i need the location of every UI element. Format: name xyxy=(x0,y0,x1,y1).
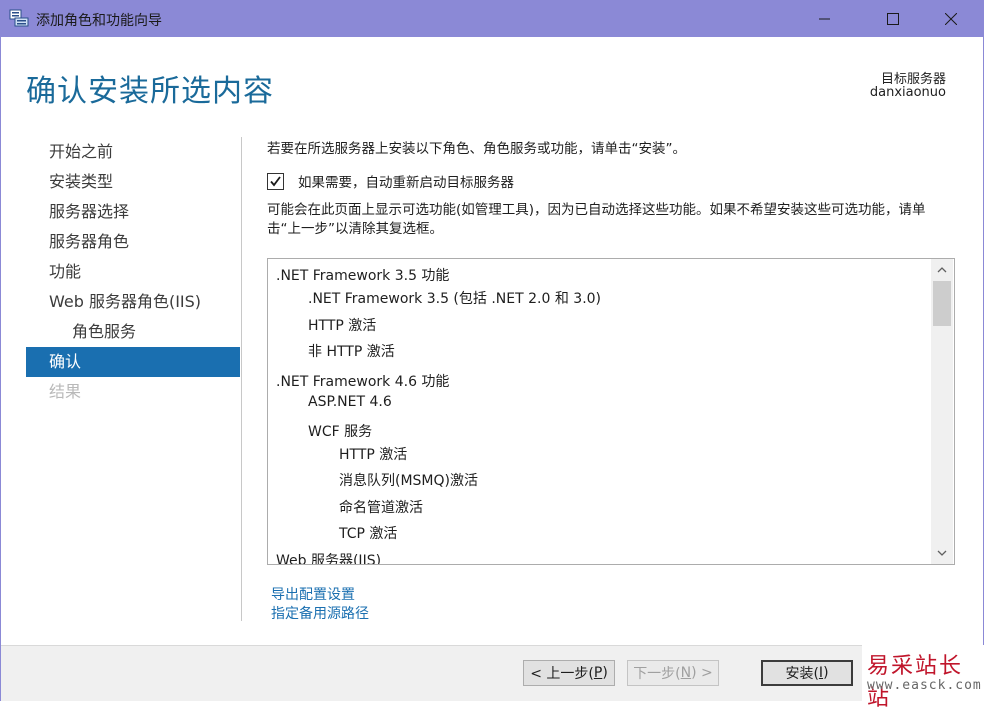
list-item: HTTP 激活 xyxy=(339,447,408,463)
next-button-label: 下一步( xyxy=(633,666,681,682)
previous-button-label: < 上一步( xyxy=(530,666,594,682)
close-button[interactable] xyxy=(928,0,974,37)
nav-item-server-roles[interactable]: 服务器角色 xyxy=(26,227,240,257)
target-server-name: danxiaonuo xyxy=(869,85,946,100)
selection-list[interactable]: .NET Framework 3.5 功能 .NET Framework 3.5 … xyxy=(267,258,955,565)
list-item: WCF 服务 xyxy=(308,424,373,440)
title-bar: 添加角色和功能向导 xyxy=(0,0,984,37)
next-button-accesskey: N xyxy=(680,665,692,681)
window-border-left xyxy=(0,37,1,701)
export-config-link[interactable]: 导出配置设置 xyxy=(271,584,355,604)
watermark: 易采站长站 www.easck.com xyxy=(862,645,984,711)
nav-item-server-selection[interactable]: 服务器选择 xyxy=(26,197,240,227)
maximize-icon xyxy=(887,12,899,25)
previous-button-suffix: ) xyxy=(602,665,608,681)
list-item: .NET Framework 3.5 (包括 .NET 2.0 和 3.0) xyxy=(308,291,602,307)
vertical-scrollbar[interactable] xyxy=(931,259,953,564)
optional-features-note: 可能会在此页面上显示可选功能(如管理工具)，因为已自动选择这些功能。如果不希望安… xyxy=(267,202,926,237)
minimize-icon xyxy=(819,18,830,19)
nav-item-before-you-begin[interactable]: 开始之前 xyxy=(26,137,240,167)
restart-checkbox-label: 如果需要，自动重新启动目标服务器 xyxy=(298,175,514,191)
next-button-suffix: ) > xyxy=(691,665,713,681)
wizard-nav: 开始之前 安装类型 服务器选择 服务器角色 功能 Web 服务器角色(IIS) … xyxy=(26,137,240,407)
list-item: Web 服务器(IIS) xyxy=(276,553,382,565)
restart-checkbox[interactable] xyxy=(267,172,284,190)
previous-button[interactable]: < 上一步(P) xyxy=(523,660,615,686)
chevron-down-icon xyxy=(937,550,947,556)
next-button: 下一步(N) > xyxy=(627,660,719,686)
intro-text: 若要在所选服务器上安装以下角色、角色服务或功能，请单击“安装”。 xyxy=(267,141,686,157)
list-item: TCP 激活 xyxy=(339,526,398,542)
alt-source-path-link[interactable]: 指定备用源路径 xyxy=(271,603,369,623)
previous-button-accesskey: P xyxy=(593,665,603,681)
list-item: HTTP 激活 xyxy=(308,318,377,334)
list-item: 命名管道激活 xyxy=(339,500,423,516)
scroll-down-button[interactable] xyxy=(931,542,953,564)
list-item: 消息队列(MSMQ)激活 xyxy=(339,473,478,489)
page-title: 确认安装所选内容 xyxy=(26,74,274,109)
install-button-label: 安装( xyxy=(785,666,819,682)
install-button[interactable]: 安装(I) xyxy=(761,660,853,686)
restart-option[interactable]: 如果需要，自动重新启动目标服务器 xyxy=(267,171,514,191)
watermark-url: www.easck.com xyxy=(867,678,982,693)
chevron-up-icon xyxy=(937,267,947,273)
nav-item-web-server-role[interactable]: Web 服务器角色(IIS) xyxy=(26,287,240,317)
nav-item-role-services[interactable]: 角色服务 xyxy=(26,317,240,347)
scroll-thumb[interactable] xyxy=(933,281,951,326)
nav-item-results: 结果 xyxy=(49,382,82,401)
window-title: 添加角色和功能向导 xyxy=(36,13,162,29)
nav-item-confirmation[interactable]: 确认 xyxy=(26,347,240,377)
check-icon xyxy=(270,175,281,186)
list-item: .NET Framework 4.6 功能 xyxy=(276,374,450,390)
nav-divider xyxy=(241,137,242,621)
maximize-button[interactable] xyxy=(870,0,916,37)
close-icon xyxy=(945,12,957,25)
scroll-up-button[interactable] xyxy=(931,259,953,281)
install-button-suffix: ) xyxy=(823,665,829,681)
list-item: 非 HTTP 激活 xyxy=(308,344,395,360)
nav-item-features[interactable]: 功能 xyxy=(26,257,240,287)
nav-item-installation-type[interactable]: 安装类型 xyxy=(26,167,240,197)
list-item: ASP.NET 4.6 xyxy=(308,394,392,410)
list-item: .NET Framework 3.5 功能 xyxy=(276,268,450,284)
server-manager-icon xyxy=(9,9,29,27)
minimize-button[interactable] xyxy=(802,0,848,37)
